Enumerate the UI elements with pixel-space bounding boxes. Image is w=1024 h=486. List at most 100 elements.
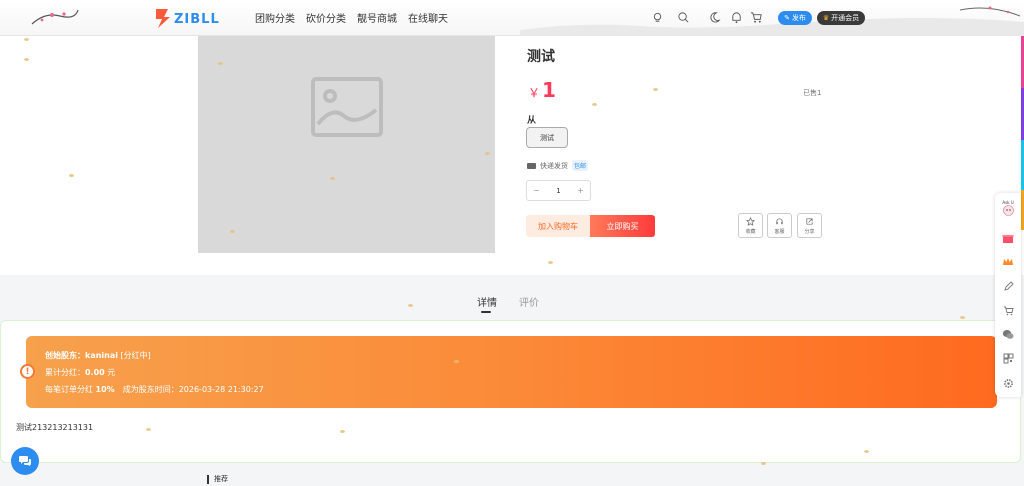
falling-leaf-decoration [24, 38, 29, 41]
bell-icon[interactable] [730, 11, 743, 24]
vip-label: 开通会员 [831, 14, 860, 22]
shipping-info: 快递发货 包邮 [527, 160, 589, 171]
cart-icon[interactable] [1001, 303, 1015, 317]
rate-label: 每笔订单分红 [45, 385, 96, 394]
nav-item-online-chat[interactable]: 在线聊天 [408, 10, 448, 25]
sold-count: 已售1 [803, 89, 822, 97]
ink-mountain-decoration [520, 6, 1024, 36]
publish-button[interactable]: ✎ 发布 [778, 11, 812, 25]
founder-label: 创始股东： [45, 351, 85, 360]
vip-button[interactable]: ♛ 开通会员 [817, 11, 865, 25]
detail-tabs: 详情 评价 [477, 294, 539, 313]
price-value: 1 [542, 78, 556, 102]
share-icon [806, 217, 813, 225]
star-icon [746, 216, 755, 226]
falling-leaf-decoration [548, 261, 553, 264]
falling-leaf-decoration [592, 103, 597, 106]
falling-leaf-decoration [485, 152, 490, 155]
main-nav: 团购分类 砍价分类 靓号商城 在线聊天 [255, 10, 448, 25]
right-float-toolbar: Ask U [995, 193, 1021, 397]
banner-line-dividend: 累计分红：0.00 元 [45, 367, 115, 378]
heading-bar [207, 474, 209, 484]
pencil-icon[interactable] [1001, 279, 1015, 293]
qty-minus-button[interactable]: − [533, 186, 540, 195]
wechat-icon[interactable] [1001, 327, 1015, 341]
dividend-value: 0.00 [85, 368, 105, 377]
falling-leaf-decoration [330, 177, 335, 180]
falling-leaf-decoration [230, 230, 235, 233]
shareholder-banner [26, 336, 997, 408]
nav-item-group-buy[interactable]: 团购分类 [255, 10, 295, 25]
falling-leaf-decoration [761, 462, 766, 465]
share-label: 分享 [804, 228, 815, 235]
dividend-label: 累计分红： [45, 368, 85, 377]
top-header: ZIBLL 团购分类 砍价分类 靓号商城 在线聊天 ✎ 发布 ♛ 开通会员 [0, 0, 1024, 36]
join-time: 成为股东时间：2026-03-28 21:30:27 [114, 385, 264, 394]
favorite-button[interactable]: 收藏 [738, 213, 763, 238]
avatar-icon [1002, 205, 1014, 216]
share-button[interactable]: 分享 [797, 213, 822, 238]
falling-leaf-decoration [69, 174, 74, 177]
qty-value[interactable]: 1 [556, 187, 560, 195]
rate-value: 10% [95, 385, 115, 394]
svg-text:ZIBLL: ZIBLL [174, 12, 220, 27]
spec-option[interactable]: 测试 [526, 127, 568, 148]
pen-icon: ✎ [784, 14, 790, 22]
banner-line-rate: 每笔订单分红 10% 成为股东时间：2026-03-28 21:30:27 [45, 384, 264, 395]
alert-icon: ! [20, 364, 35, 379]
settings-gear-icon[interactable] [1001, 376, 1015, 390]
crown-icon: ♛ [822, 14, 830, 22]
nav-item-bargain[interactable]: 砍价分类 [306, 10, 346, 25]
falling-leaf-decoration [653, 88, 658, 91]
product-price: ￥ 1 [528, 78, 556, 102]
gift-icon[interactable] [1001, 231, 1015, 245]
product-title: 测试 [527, 49, 555, 65]
publish-label: 发布 [791, 14, 806, 22]
founder-name: kaninai [85, 351, 118, 360]
qrcode-icon[interactable] [1001, 351, 1015, 365]
falling-leaf-decoration [218, 62, 223, 65]
falling-leaf-decoration [24, 58, 29, 61]
currency-symbol: ￥ [528, 86, 541, 100]
headset-icon [776, 218, 783, 224]
crown-icon[interactable] [1001, 255, 1015, 269]
spec-label: 从 [527, 116, 537, 126]
recommend-label: 推荐 [214, 475, 228, 483]
service-label: 客服 [774, 228, 785, 235]
falling-leaf-decoration [146, 428, 151, 431]
falling-leaf-decoration [340, 430, 345, 433]
detail-content-text: 测试213213213131 [16, 423, 94, 432]
moon-icon[interactable] [708, 11, 721, 24]
product-summary: 测试 ￥ 1 已售1 从 测试 快递发货 包邮 − 1 + 加入购物车 立即购买… [0, 36, 1024, 275]
cart-icon[interactable] [750, 11, 763, 24]
bulb-icon[interactable] [651, 11, 664, 24]
shipping-text: 快递发货 [540, 161, 568, 170]
qty-plus-button[interactable]: + [577, 186, 584, 195]
recommend-heading: 推荐 [207, 474, 228, 484]
falling-leaf-decoration [864, 450, 869, 453]
tab-review[interactable]: 评价 [519, 294, 539, 309]
free-shipping-tag: 包邮 [572, 160, 589, 171]
product-image-placeholder[interactable] [198, 36, 495, 253]
tab-detail[interactable]: 详情 [477, 294, 497, 313]
buy-now-button[interactable]: 立即购买 [590, 215, 655, 237]
search-icon[interactable] [677, 11, 690, 24]
falling-leaf-decoration [454, 360, 459, 363]
chat-float-button[interactable] [11, 447, 39, 475]
falling-leaf-decoration [960, 316, 965, 319]
banner-line-founder: 创始股东：kaninai [分红中] [45, 350, 151, 361]
nav-item-number-mall[interactable]: 靓号商城 [357, 10, 397, 25]
customer-service-button[interactable]: 客服 [767, 213, 792, 238]
avatar-widget[interactable]: Ask U [1001, 197, 1015, 219]
quantity-stepper: − 1 + [526, 180, 591, 201]
image-placeholder-icon [311, 77, 383, 137]
site-logo[interactable]: ZIBLL [154, 7, 222, 29]
favorite-label: 收藏 [745, 228, 756, 235]
chat-bubble-icon [19, 456, 31, 466]
dividend-unit: 元 [104, 368, 116, 377]
ink-painting-decoration [31, 9, 79, 25]
truck-icon [527, 162, 536, 169]
falling-leaf-decoration [408, 304, 413, 307]
add-to-cart-button[interactable]: 加入购物车 [526, 215, 590, 237]
founder-status: [分红中] [118, 351, 151, 360]
